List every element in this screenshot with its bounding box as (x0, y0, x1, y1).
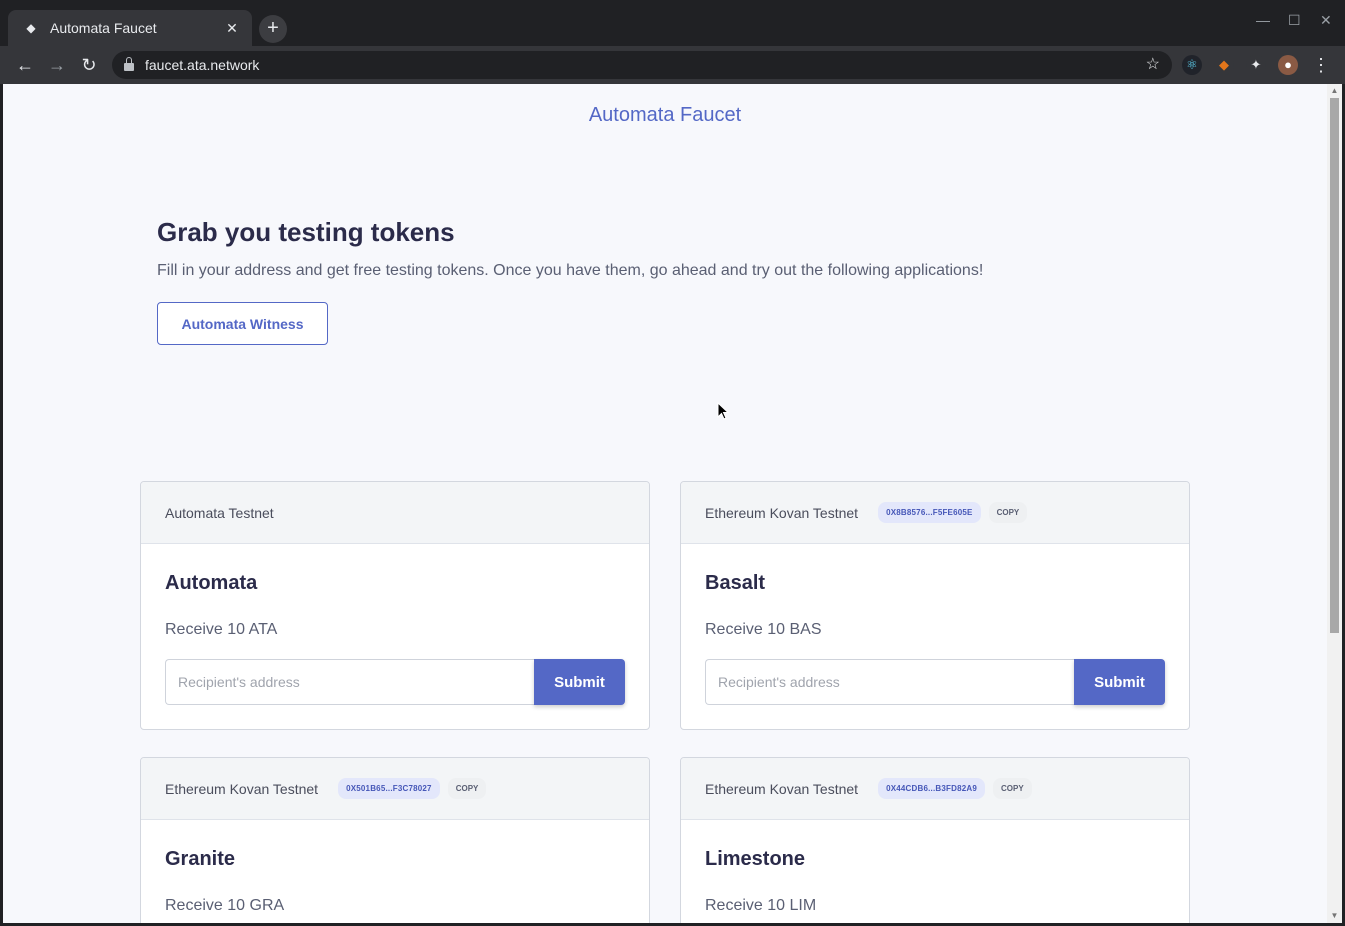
network-name: Ethereum Kovan Testnet (705, 780, 859, 797)
profile-avatar-icon[interactable]: ● (1278, 55, 1298, 75)
contract-address-badge: 0X44CDB6...B3FD82A9 (878, 778, 986, 799)
new-tab-button[interactable]: + (259, 15, 287, 43)
close-tab-icon[interactable]: ✕ (222, 20, 242, 37)
tab-title: Automata Faucet (50, 20, 157, 36)
lock-icon[interactable] (124, 57, 134, 71)
card-body: Granite Receive 10 GRA (141, 820, 649, 923)
scrollbar-thumb[interactable] (1330, 98, 1339, 633)
receive-amount: Receive 10 GRA (165, 897, 285, 914)
recipient-form: Submit (705, 659, 1165, 705)
hero-description: Fill in your address and get free testin… (157, 262, 984, 279)
token-name: Limestone (705, 848, 806, 870)
page-scrollbar[interactable]: ▲ ▼ (1327, 84, 1342, 923)
token-name: Basalt (705, 572, 766, 594)
reload-icon[interactable]: ↻ (77, 53, 101, 77)
network-name: Automata Testnet (165, 504, 274, 521)
recipient-address-input[interactable] (705, 659, 1074, 705)
card-header: Ethereum Kovan Testnet 0X8B8576...F5FE60… (681, 482, 1189, 544)
url-text[interactable]: faucet.ata.network (145, 57, 259, 73)
token-name: Automata (165, 572, 258, 594)
forward-icon[interactable]: → (45, 53, 69, 77)
back-icon[interactable]: ← (13, 53, 37, 77)
receive-amount: Receive 10 LIM (705, 897, 817, 914)
faucet-card-automata: Automata Testnet Automata Receive 10 ATA… (140, 481, 650, 730)
mouse-cursor-icon (717, 402, 730, 420)
submit-button[interactable]: Submit (534, 659, 625, 705)
diamond-favicon-icon: ◆ (26, 21, 36, 35)
recipient-address-input[interactable] (165, 659, 534, 705)
extensions-puzzle-icon[interactable]: ✦ (1246, 55, 1266, 75)
maximize-icon[interactable]: ☐ (1288, 12, 1301, 29)
card-body: Automata Receive 10 ATA Submit (141, 544, 649, 729)
copy-address-button[interactable]: COPY (988, 502, 1028, 523)
react-devtools-icon[interactable]: ⚛ (1182, 55, 1202, 75)
submit-button[interactable]: Submit (1074, 659, 1165, 705)
scroll-down-icon[interactable]: ▼ (1330, 911, 1339, 921)
metamask-fox-icon[interactable]: ◆ (1214, 55, 1234, 75)
card-header: Automata Testnet (141, 482, 649, 544)
contract-address-badge: 0X501B65...F3C78027 (338, 778, 440, 799)
faucet-card-basalt: Ethereum Kovan Testnet 0X8B8576...F5FE60… (680, 481, 1190, 730)
menu-kebab-icon[interactable]: ⋮ (1309, 53, 1333, 77)
minimize-icon[interactable]: — (1256, 12, 1270, 28)
recipient-form: Submit (165, 659, 625, 705)
network-name: Ethereum Kovan Testnet (705, 504, 859, 521)
card-body: Basalt Receive 10 BAS Submit (681, 544, 1189, 729)
token-name: Granite (165, 848, 236, 870)
address-bar[interactable]: faucet.ata.network ☆ (112, 51, 1172, 79)
automata-witness-button[interactable]: Automata Witness (157, 302, 328, 345)
hero-title: Grab you testing tokens (157, 217, 455, 247)
card-body: Limestone Receive 10 LIM (681, 820, 1189, 923)
copy-address-button[interactable]: COPY (447, 778, 487, 799)
card-header: Ethereum Kovan Testnet 0X44CDB6...B3FD82… (681, 758, 1189, 820)
faucet-card-granite: Ethereum Kovan Testnet 0X501B65...F3C780… (140, 757, 650, 923)
scroll-up-icon[interactable]: ▲ (1330, 86, 1339, 96)
network-name: Ethereum Kovan Testnet (165, 780, 319, 797)
site-title[interactable]: Automata Faucet (3, 104, 1327, 127)
browser-toolbar: ← → ↻ faucet.ata.network ☆ ⚛ ◆ ✦ ● ⋮ (0, 46, 1345, 84)
receive-amount: Receive 10 BAS (705, 621, 822, 638)
tab-strip: ◆ Automata Faucet ✕ + — ☐ ✕ (0, 0, 1345, 46)
page-viewport: Automata Faucet Grab you testing tokens … (3, 84, 1327, 923)
bookmark-star-icon[interactable]: ☆ (1146, 54, 1160, 74)
contract-address-badge: 0X8B8576...F5FE605E (878, 502, 981, 523)
close-window-icon[interactable]: ✕ (1320, 12, 1332, 29)
faucet-card-limestone: Ethereum Kovan Testnet 0X44CDB6...B3FD82… (680, 757, 1190, 923)
browser-tab[interactable]: ◆ Automata Faucet ✕ (8, 10, 252, 46)
copy-address-button[interactable]: COPY (993, 778, 1032, 799)
card-header: Ethereum Kovan Testnet 0X501B65...F3C780… (141, 758, 649, 820)
receive-amount: Receive 10 ATA (165, 621, 278, 638)
